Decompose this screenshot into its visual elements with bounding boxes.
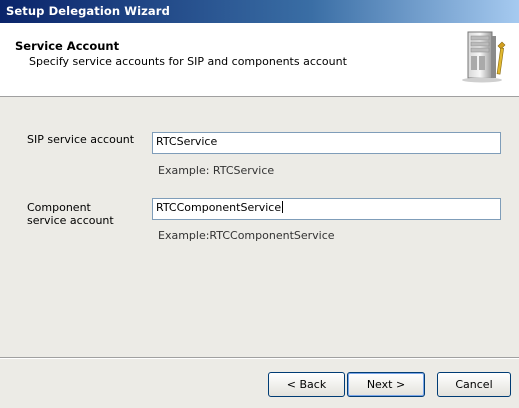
component-account-example: Example:RTCComponentService xyxy=(158,229,335,242)
text-caret xyxy=(282,201,284,213)
footer-divider xyxy=(0,357,519,359)
sip-account-example: Example: RTCService xyxy=(158,164,275,177)
page-title: Service Account xyxy=(15,39,120,53)
component-account-input[interactable]: RTCComponentService xyxy=(152,198,501,220)
component-account-label: Component service account xyxy=(27,201,114,227)
sip-account-input[interactable]: RTCService xyxy=(152,132,501,154)
component-account-value: RTCComponentService xyxy=(156,201,282,214)
server-tools-icon xyxy=(462,31,506,83)
window-title: Setup Delegation Wizard xyxy=(6,4,170,18)
wizard-header: Service Account Specify service accounts… xyxy=(0,23,519,97)
sip-account-value: RTCService xyxy=(156,135,218,148)
sip-account-label: SIP service account xyxy=(27,133,135,146)
wizard-window: Setup Delegation Wizard Service Account … xyxy=(0,0,519,408)
next-button[interactable]: Next > xyxy=(347,372,425,397)
back-button[interactable]: < Back xyxy=(268,372,345,397)
title-bar[interactable]: Setup Delegation Wizard xyxy=(0,0,519,23)
cancel-button[interactable]: Cancel xyxy=(437,372,511,397)
page-subtitle: Specify service accounts for SIP and com… xyxy=(29,55,347,68)
